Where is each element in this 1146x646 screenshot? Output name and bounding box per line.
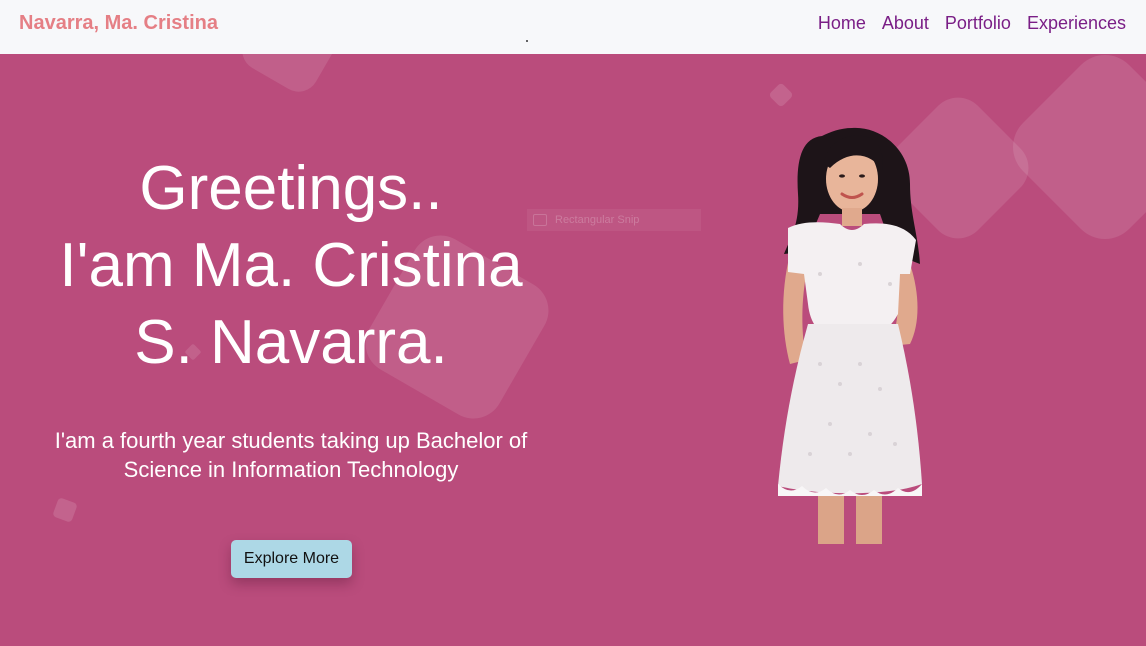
nav-link-about[interactable]: About xyxy=(882,13,929,34)
hero-section: Rectangular Snip Greetings.. I'am Ma. Cr… xyxy=(0,54,1146,646)
subtext-line-1: I'am a fourth year students taking up Ba… xyxy=(54,428,528,453)
nav-links: Home About Portfolio Experiences xyxy=(818,13,1126,34)
hero-headline: Greetings.. I'am Ma. Cristina S. Navarra… xyxy=(20,150,562,381)
headline-line-name: I'am Ma. Cristina xyxy=(59,231,523,300)
nav-link-experiences[interactable]: Experiences xyxy=(1027,13,1126,34)
cursor-dot xyxy=(526,40,528,42)
snip-overlay-text: Rectangular Snip xyxy=(555,214,640,226)
profile-photo xyxy=(778,127,922,544)
hero-subtext: I'am a fourth year students taking up Ba… xyxy=(20,426,562,484)
decorative-square xyxy=(52,497,78,523)
subtext-line-2: Science in Information Technology xyxy=(123,457,459,482)
headline-line-greeting: Greetings.. xyxy=(139,154,443,223)
nav-link-portfolio[interactable]: Portfolio xyxy=(945,13,1011,34)
nav-link-home[interactable]: Home xyxy=(818,13,866,34)
decorative-square xyxy=(998,54,1146,254)
headline-line-surname: S. Navarra. xyxy=(134,308,448,377)
explore-more-button[interactable]: Explore More xyxy=(231,540,352,578)
navbar: Navarra, Ma. Cristina Home About Portfol… xyxy=(0,0,1146,54)
brand-name[interactable]: Navarra, Ma. Cristina xyxy=(19,12,218,35)
decorative-square xyxy=(768,82,794,108)
decorative-square xyxy=(234,54,348,100)
